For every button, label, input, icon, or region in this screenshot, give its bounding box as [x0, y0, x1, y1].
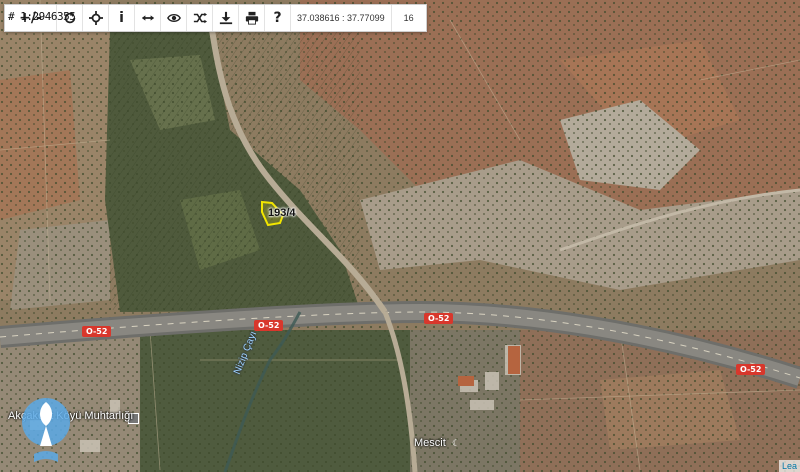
shuffle-icon: [193, 12, 207, 24]
help-button[interactable]: ?: [265, 5, 291, 31]
view-button[interactable]: [161, 5, 187, 31]
crosshair-icon: [88, 11, 103, 25]
road-badge: O-52: [254, 320, 284, 331]
shuffle-button[interactable]: [187, 5, 213, 31]
scale-text: # 1:2946355: [8, 10, 76, 23]
road-badge: O-52: [736, 364, 766, 375]
download-icon: [219, 11, 232, 25]
download-button[interactable]: [213, 5, 239, 31]
zoom-level: 16: [403, 13, 414, 23]
info-icon: i: [119, 10, 124, 26]
attribution-link[interactable]: Lea: [778, 460, 800, 472]
road-badge: O-52: [424, 313, 454, 324]
distance-button[interactable]: [135, 5, 161, 31]
locate-button[interactable]: [83, 5, 109, 31]
mosque-icon[interactable]: ☾: [452, 439, 460, 448]
arrows-horizontal-icon: [141, 15, 154, 21]
road-badge: O-52: [82, 326, 112, 337]
question-icon: ?: [273, 10, 282, 26]
satellite-map[interactable]: [0, 0, 800, 472]
coordinates-readout: 37.038616 : 37.77099: [291, 5, 392, 31]
print-button[interactable]: [239, 5, 265, 31]
parcel-label[interactable]: 193/4: [268, 207, 296, 219]
logo-icon: [22, 398, 70, 462]
print-icon: [245, 11, 258, 25]
eye-icon: [166, 14, 181, 22]
info-button[interactable]: i: [109, 5, 135, 31]
mescit-label[interactable]: Mescit: [414, 437, 446, 449]
